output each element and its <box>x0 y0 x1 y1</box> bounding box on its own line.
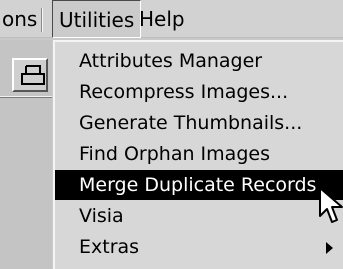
menu-item-recompress-images[interactable]: Recompress Images... <box>55 77 343 107</box>
menubar: ons Utilities Help <box>0 0 343 38</box>
menu-item-attributes-manager[interactable]: Attributes Manager <box>55 46 343 76</box>
menu-item-find-orphan-images[interactable]: Find Orphan Images <box>55 139 343 169</box>
menu-item-label: Visia <box>79 205 124 227</box>
menu-item-label: Recompress Images... <box>79 81 289 103</box>
utilities-dropdown-menu: Attributes Manager Recompress Images... … <box>53 40 343 269</box>
menu-item-label: Find Orphan Images <box>79 143 270 165</box>
menu-help[interactable]: Help <box>133 0 191 38</box>
menubar-separator <box>41 8 43 32</box>
menu-utilities[interactable]: Utilities <box>52 0 142 38</box>
toolbar-divider <box>0 96 52 98</box>
menu-item-merge-duplicate-records[interactable]: Merge Duplicate Records <box>55 170 343 200</box>
menu-item-label: Attributes Manager <box>79 50 263 72</box>
menu-item-label: Extras <box>79 236 140 258</box>
menu-item-extras[interactable]: Extras <box>55 232 343 262</box>
menu-options[interactable]: ons <box>0 0 43 38</box>
submenu-arrow-icon <box>326 242 333 254</box>
menu-item-generate-thumbnails[interactable]: Generate Thumbnails... <box>55 108 343 138</box>
menu-item-label: Generate Thumbnails... <box>79 112 303 134</box>
menu-item-label: Merge Duplicate Records <box>79 174 317 196</box>
mouse-cursor-icon <box>319 187 343 223</box>
printer-icon <box>21 65 45 85</box>
menu-item-visia[interactable]: Visia <box>55 201 343 231</box>
toolbar-print-button[interactable] <box>12 58 48 92</box>
